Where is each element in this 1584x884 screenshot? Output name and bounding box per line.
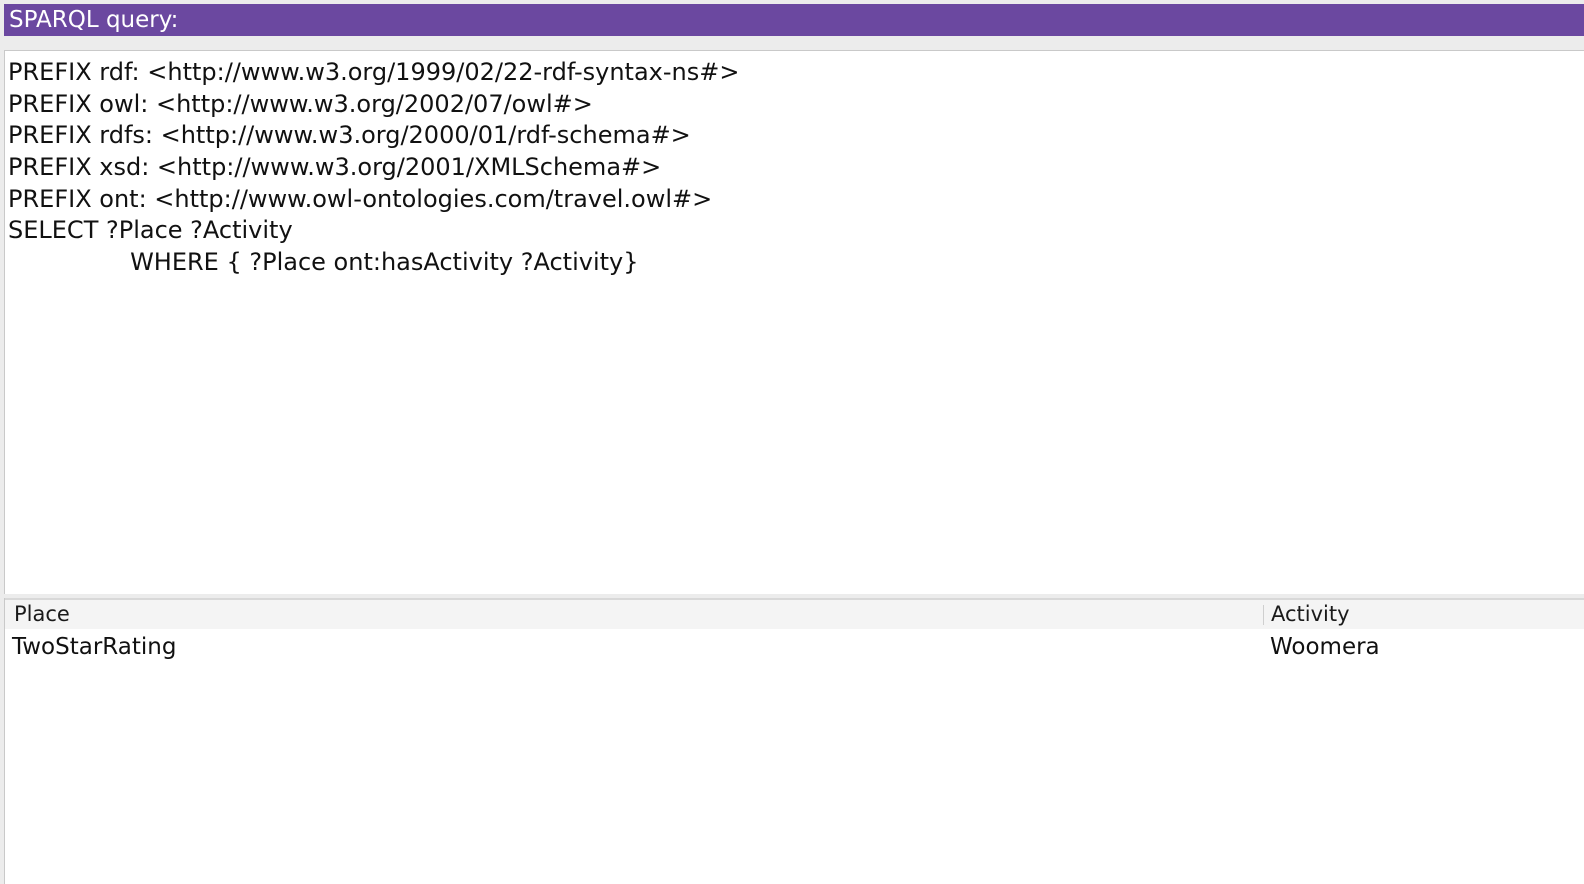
results-table: Place Activity TwoStarRating Woomera (4, 598, 1584, 884)
query-editor[interactable]: PREFIX rdf: <http://www.w3.org/1999/02/2… (4, 50, 1584, 594)
query-line[interactable]: PREFIX xsd: <http://www.w3.org/2001/XMLS… (8, 152, 1584, 184)
query-line[interactable]: PREFIX owl: <http://www.w3.org/2002/07/o… (8, 89, 1584, 121)
query-line[interactable]: PREFIX rdfs: <http://www.w3.org/2000/01/… (8, 120, 1584, 152)
query-line[interactable]: PREFIX rdf: <http://www.w3.org/1999/02/2… (8, 57, 1584, 89)
column-header-place[interactable]: Place (14, 600, 70, 629)
column-header-activity[interactable]: Activity (1271, 600, 1350, 629)
table-header: Place Activity (5, 598, 1584, 629)
table-row[interactable]: TwoStarRating Woomera (5, 629, 1584, 665)
query-line[interactable]: PREFIX ont: <http://www.owl-ontologies.c… (8, 184, 1584, 216)
query-line[interactable]: WHERE { ?Place ont:hasActivity ?Activity… (8, 247, 1584, 279)
panel-title: SPARQL query: (4, 4, 1584, 36)
cell-place: TwoStarRating (12, 634, 177, 660)
cell-activity: Woomera (1270, 634, 1380, 660)
query-line[interactable]: SELECT ?Place ?Activity (8, 215, 1584, 247)
column-divider[interactable] (1263, 605, 1264, 625)
sparql-query-view: SPARQL query: PREFIX rdf: <http://www.w3… (0, 0, 1584, 884)
